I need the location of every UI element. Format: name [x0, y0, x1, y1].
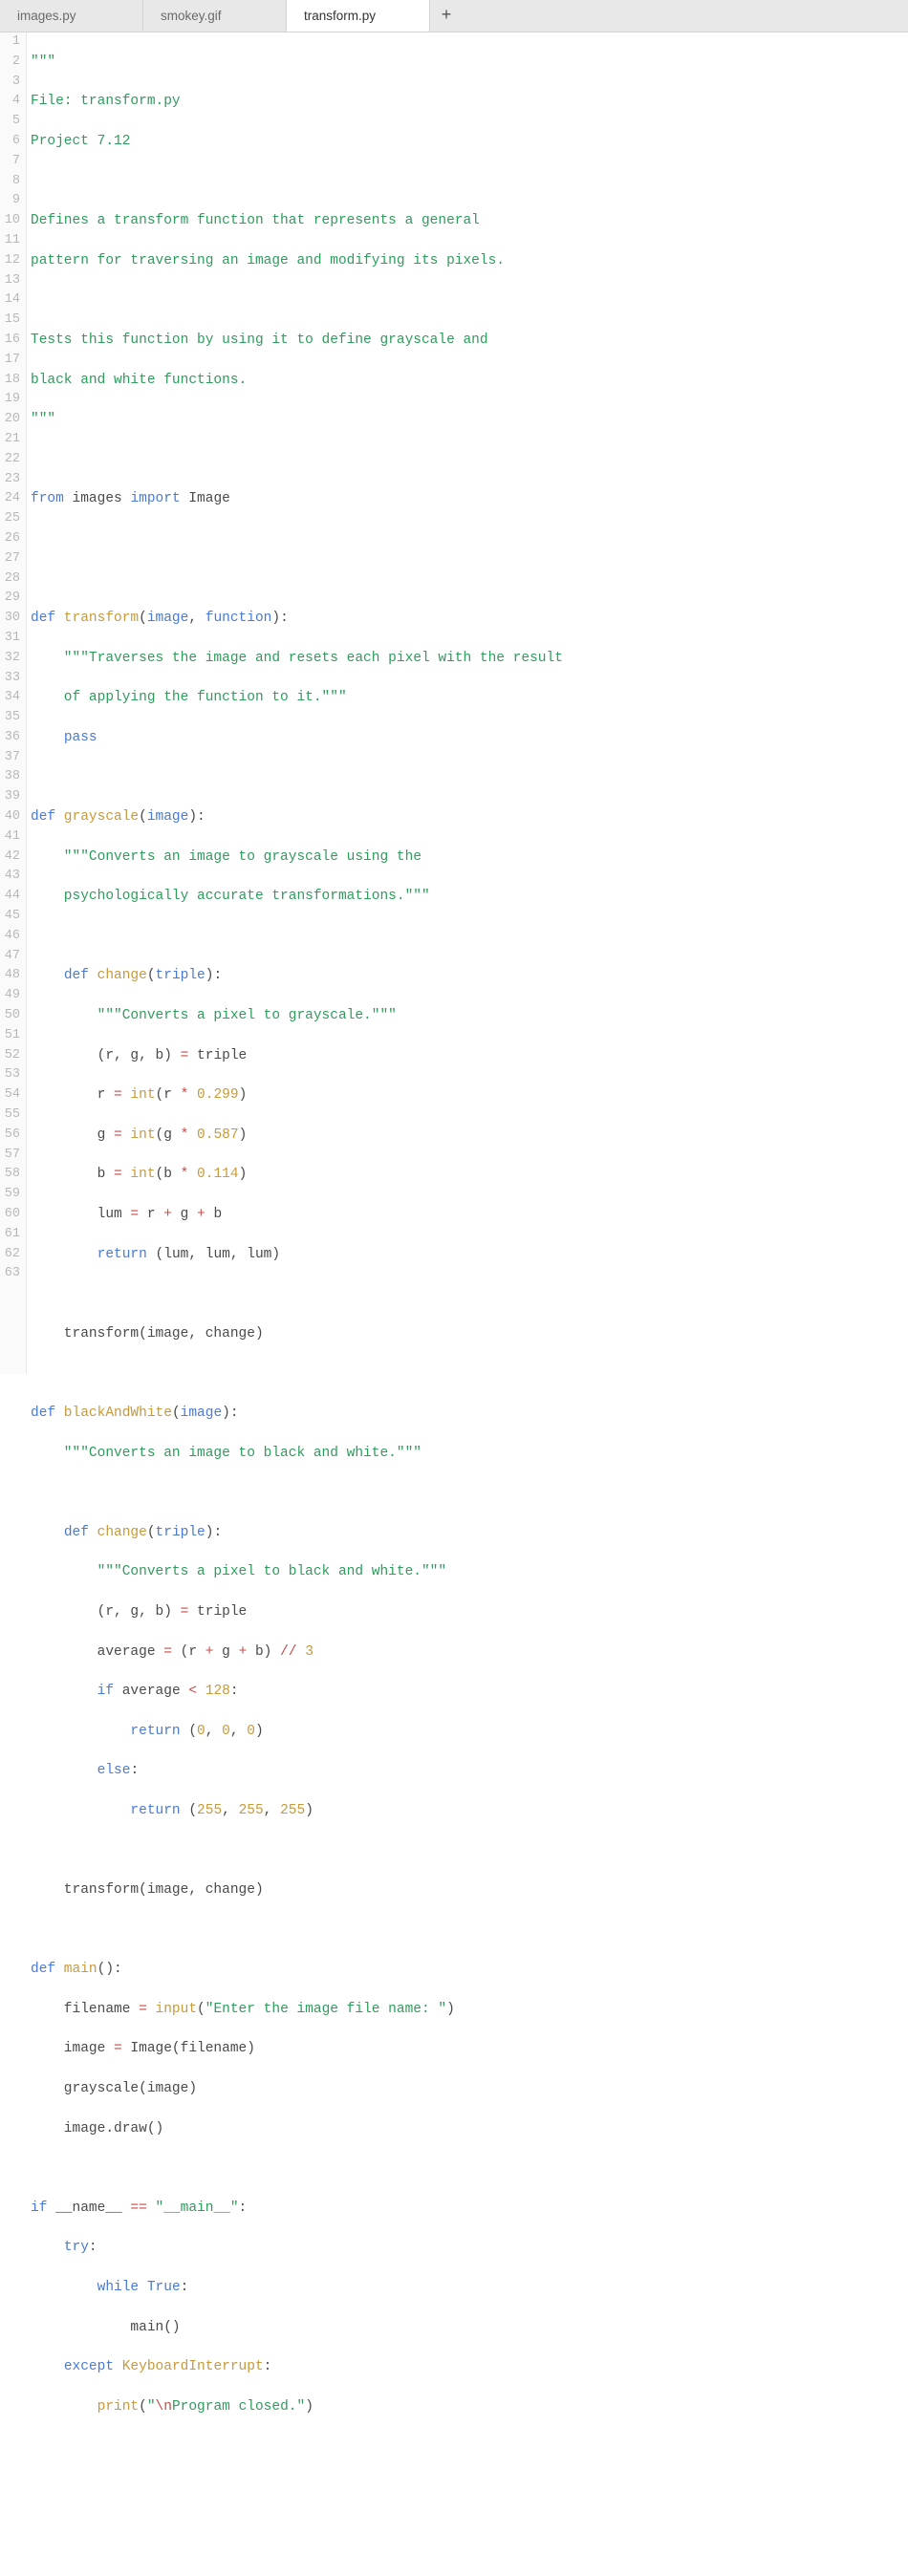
line-number: 33: [0, 669, 26, 689]
tab-label: images.py: [17, 9, 76, 23]
line-number: 45: [0, 907, 26, 927]
line-number: 23: [0, 470, 26, 490]
line-number: 37: [0, 748, 26, 768]
new-tab-button[interactable]: +: [430, 0, 463, 32]
line-number: 12: [0, 251, 26, 271]
line-number: 60: [0, 1205, 26, 1225]
line-number: 1: [0, 32, 26, 53]
line-number: 24: [0, 489, 26, 509]
line-number: 25: [0, 509, 26, 529]
line-number: 5: [0, 112, 26, 132]
line-number: 32: [0, 649, 26, 669]
line-number: 30: [0, 609, 26, 629]
line-number: 18: [0, 371, 26, 391]
line-number: 26: [0, 529, 26, 549]
line-number: 15: [0, 311, 26, 331]
line-number: 3: [0, 73, 26, 93]
line-number: 9: [0, 191, 26, 211]
line-number: 17: [0, 351, 26, 371]
line-number: 13: [0, 271, 26, 291]
tab-bar: images.py smokey.gif transform.py +: [0, 0, 908, 32]
line-number: 20: [0, 410, 26, 430]
line-number: 2: [0, 53, 26, 73]
line-number: 52: [0, 1046, 26, 1066]
line-number: 40: [0, 807, 26, 827]
line-number: 63: [0, 1264, 26, 1284]
line-number: 46: [0, 927, 26, 947]
line-number: 47: [0, 947, 26, 967]
line-number: 39: [0, 787, 26, 807]
line-number: 49: [0, 986, 26, 1006]
tab-transform-py[interactable]: transform.py: [287, 0, 430, 32]
line-number: 27: [0, 549, 26, 569]
plus-icon: +: [442, 7, 452, 26]
line-number: 31: [0, 629, 26, 649]
line-number: 7: [0, 152, 26, 172]
line-number: 51: [0, 1026, 26, 1046]
line-number: 29: [0, 589, 26, 609]
line-number: 28: [0, 569, 26, 590]
line-number: 38: [0, 767, 26, 787]
line-number: 54: [0, 1085, 26, 1106]
line-number: 56: [0, 1126, 26, 1146]
line-number: 53: [0, 1065, 26, 1085]
line-number: 6: [0, 132, 26, 152]
line-number-gutter: 1234567891011121314151617181920212223242…: [0, 32, 27, 1374]
line-number: 34: [0, 688, 26, 708]
line-number: 61: [0, 1225, 26, 1245]
line-number: 43: [0, 867, 26, 887]
line-number: 57: [0, 1146, 26, 1166]
line-number: 50: [0, 1006, 26, 1026]
line-number: 62: [0, 1245, 26, 1265]
code-area[interactable]: """ File: transform.py Project 7.12 Defi…: [27, 32, 908, 1374]
line-number: 10: [0, 211, 26, 231]
line-number: 35: [0, 708, 26, 728]
line-number: 55: [0, 1106, 26, 1126]
line-number: 16: [0, 331, 26, 351]
line-number: 48: [0, 966, 26, 986]
line-number: 14: [0, 290, 26, 311]
line-number: 11: [0, 231, 26, 251]
line-number: 42: [0, 848, 26, 868]
line-number: 8: [0, 172, 26, 192]
line-number: 22: [0, 450, 26, 470]
tab-images-py[interactable]: images.py: [0, 0, 143, 32]
tab-label: smokey.gif: [161, 9, 222, 23]
tab-smokey-gif[interactable]: smokey.gif: [143, 0, 287, 32]
line-number: 4: [0, 92, 26, 112]
line-number: 44: [0, 887, 26, 907]
line-number: 59: [0, 1185, 26, 1205]
line-number: 58: [0, 1165, 26, 1185]
tab-label: transform.py: [304, 9, 376, 23]
line-number: 41: [0, 827, 26, 848]
editor: 1234567891011121314151617181920212223242…: [0, 32, 908, 1374]
line-number: 21: [0, 430, 26, 450]
line-number: 19: [0, 390, 26, 410]
line-number: 36: [0, 728, 26, 748]
